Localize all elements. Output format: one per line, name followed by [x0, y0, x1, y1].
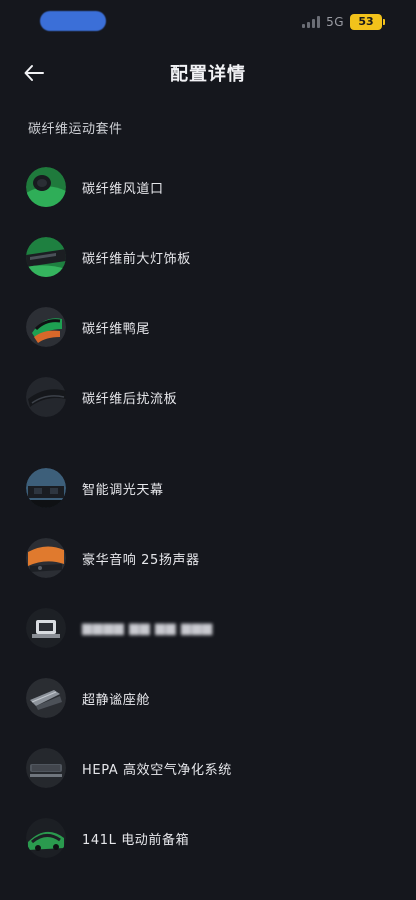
headlight-trim-thumb [26, 237, 66, 277]
list-item-label: HEPA 高效空气净化系统 [82, 762, 232, 778]
page-title: 配置详情 [170, 64, 246, 85]
header: 配置详情 [0, 52, 416, 94]
list-item[interactable]: 141L 电动前备箱 [26, 816, 390, 860]
list-item[interactable]: HEPA 高效空气净化系统 [26, 746, 390, 790]
list-item-label: 碳纤维后扰流板 [82, 391, 178, 407]
air-purifier-thumb [26, 748, 66, 788]
list-item-label: 智能调光天幕 [82, 482, 164, 498]
list-item[interactable]: ▆▆▆▆ ▆▆ ▆▆ ▆▆▆ [26, 606, 390, 650]
front-trunk-thumb [26, 818, 66, 858]
list-item[interactable]: 智能调光天幕 [26, 466, 390, 510]
list-item-label: 超静谧座舱 [82, 692, 151, 708]
battery-icon: 53 [350, 14, 385, 30]
status-indicators: 5G 53 [302, 14, 385, 30]
list-item[interactable]: 碳纤维风道口 [26, 165, 390, 209]
status-bar: 5G 53 [0, 0, 416, 44]
smart-sunroof-thumb [26, 468, 66, 508]
time-indicator [40, 11, 106, 31]
quiet-cabin-thumb [26, 678, 66, 718]
list-item-label: ▆▆▆▆ ▆▆ ▆▆ ▆▆▆ [82, 620, 213, 636]
list-item[interactable]: 碳纤维后扰流板 [26, 375, 390, 419]
list-item[interactable]: 碳纤维前大灯饰板 [26, 235, 390, 279]
list-item-label: 豪华音响 25扬声器 [82, 552, 200, 568]
network-type: 5G [326, 15, 344, 29]
blurred-feature-thumb [26, 608, 66, 648]
list-item[interactable]: 豪华音响 25扬声器 [26, 536, 390, 580]
list-item[interactable]: 超静谧座舱 [26, 676, 390, 720]
section-title: 碳纤维运动套件 [28, 122, 123, 137]
ducktail-thumb [26, 307, 66, 347]
list-item[interactable]: 碳纤维鸭尾 [26, 305, 390, 349]
list-item-label: 碳纤维风道口 [82, 181, 164, 197]
list-item-label: 碳纤维鸭尾 [82, 321, 151, 337]
rear-spoiler-thumb [26, 377, 66, 417]
air-vent-thumb [26, 167, 66, 207]
list-item-label: 141L 电动前备箱 [82, 832, 190, 848]
speaker-thumb [26, 538, 66, 578]
list-item-label: 碳纤维前大灯饰板 [82, 251, 191, 267]
signal-icon [302, 16, 321, 28]
